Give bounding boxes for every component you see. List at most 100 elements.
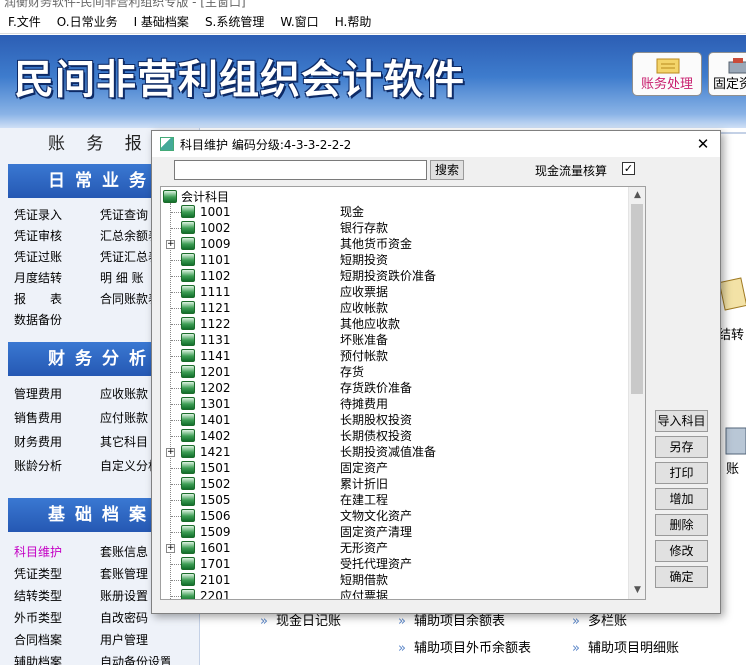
- account-code: 1101: [200, 253, 231, 267]
- nav-monthly-close[interactable]: 月度结转: [14, 268, 100, 289]
- scroll-up-icon[interactable]: ▲: [629, 187, 645, 204]
- vertical-scrollbar[interactable]: ▲ ▼: [628, 187, 645, 599]
- fixed-assets-button[interactable]: 固定资: [708, 52, 746, 96]
- menu-help[interactable]: H.帮助: [327, 13, 380, 30]
- account-row[interactable]: 1509 固定资产清理: [161, 524, 631, 540]
- account-row[interactable]: 1102 短期投资跌价准备: [161, 268, 631, 284]
- nav-voucher-posting[interactable]: 凭证过账: [14, 247, 100, 268]
- nav-aux-archive[interactable]: 辅助档案: [14, 652, 100, 665]
- tree-branch: [171, 260, 181, 261]
- account-name: 文物文化资产: [340, 509, 413, 523]
- account-row[interactable]: 1506 文物文化资产: [161, 508, 631, 524]
- account-code: 1701: [200, 557, 231, 571]
- nav-voucher-audit[interactable]: 凭证审核: [14, 226, 100, 247]
- nav-auto-backup[interactable]: 自动备份设置: [100, 652, 170, 665]
- account-row[interactable]: +1601 无形资产: [161, 540, 631, 556]
- menu-base[interactable]: I 基础档案: [126, 13, 197, 30]
- import-accounts-button[interactable]: 导入科目: [655, 410, 708, 432]
- account-row[interactable]: 1111 应收票据: [161, 284, 631, 300]
- account-row[interactable]: 1502 累计折旧: [161, 476, 631, 492]
- account-row[interactable]: 1101 短期投资: [161, 252, 631, 268]
- carry-icon: [718, 277, 746, 311]
- nav-account-maintenance[interactable]: 科目维护: [14, 542, 100, 563]
- account-row[interactable]: 1301 待摊费用: [161, 396, 631, 412]
- menu-system[interactable]: S.系统管理: [197, 13, 272, 30]
- scroll-down-icon[interactable]: ▼: [629, 582, 645, 599]
- account-row[interactable]: 1701 受托代理资产: [161, 556, 631, 572]
- aux-fx-balance-link[interactable]: » 辅助项目外币余额表: [398, 637, 531, 656]
- nav-aging-analysis[interactable]: 账龄分析: [14, 456, 100, 477]
- expand-icon[interactable]: +: [166, 240, 175, 249]
- tree-branch: [171, 500, 181, 501]
- account-row[interactable]: 1121 应收帐款: [161, 300, 631, 316]
- account-icon: [181, 509, 195, 522]
- dialog-title-bar[interactable]: 科目维护 编码分级:4-3-3-2-2-2 ✕: [152, 131, 720, 157]
- carry-link[interactable]: 结转: [718, 324, 744, 343]
- account-row[interactable]: 1001 现金: [161, 204, 631, 220]
- account-name: 应收帐款: [340, 301, 389, 315]
- add-button[interactable]: 增加: [655, 488, 708, 510]
- account-name: 受托代理资产: [340, 557, 413, 571]
- menu-window[interactable]: W.窗口: [272, 13, 326, 30]
- aux-detail-link[interactable]: » 辅助项目明细账: [572, 637, 679, 656]
- account-icon: [181, 381, 195, 394]
- nav-sales-expense[interactable]: 销售费用: [14, 408, 100, 429]
- account-row[interactable]: 1202 存货跌价准备: [161, 380, 631, 396]
- modify-button[interactable]: 修改: [655, 540, 708, 562]
- account-row[interactable]: 1122 其他应收款: [161, 316, 631, 332]
- scroll-thumb[interactable]: [631, 204, 643, 394]
- account-row[interactable]: 1402 长期债权投资: [161, 428, 631, 444]
- ledger-button[interactable]: 账务处理: [632, 52, 702, 96]
- nav-currency-types[interactable]: 外币类型: [14, 608, 100, 629]
- account-row[interactable]: +1009 其他货币资金: [161, 236, 631, 252]
- menu-daily[interactable]: O.日常业务: [49, 13, 126, 30]
- nav-data-backup[interactable]: 数据备份: [14, 310, 100, 331]
- account-row[interactable]: 1002 银行存款: [161, 220, 631, 236]
- account-tree[interactable]: 会计科目 1001 现金 1002 银行存款 +1009 其他货币资金 1101 短期投资 11…: [160, 186, 646, 600]
- account-name: 坏账准备: [340, 333, 389, 347]
- expand-icon[interactable]: +: [166, 448, 175, 457]
- search-input[interactable]: [174, 160, 427, 180]
- nav-voucher-entry[interactable]: 凭证录入: [14, 205, 100, 226]
- account-row[interactable]: 2101 短期借款: [161, 572, 631, 588]
- tree-root[interactable]: 会计科目: [163, 188, 229, 204]
- tree-branch: [171, 212, 181, 213]
- nav-carry-types[interactable]: 结转类型: [14, 586, 100, 607]
- cashflow-checkbox[interactable]: ✓: [622, 162, 635, 175]
- tree-branch: [171, 420, 181, 421]
- tree-branch: [171, 516, 181, 517]
- save-as-button[interactable]: 另存: [655, 436, 708, 458]
- account-row[interactable]: 1141 预付帐款: [161, 348, 631, 364]
- account-row[interactable]: 1201 存货: [161, 364, 631, 380]
- delete-button[interactable]: 删除: [655, 514, 708, 536]
- account-icon: [181, 269, 195, 282]
- account-row[interactable]: 1505 在建工程: [161, 492, 631, 508]
- account-icon: [181, 349, 195, 362]
- search-button[interactable]: 搜索: [430, 160, 464, 180]
- print-button[interactable]: 打印: [655, 462, 708, 484]
- account-row[interactable]: 1131 坏账准备: [161, 332, 631, 348]
- account-name: 存货跌价准备: [340, 381, 413, 395]
- nav-contract-archive[interactable]: 合同档案: [14, 630, 100, 651]
- nav-reports[interactable]: 报 表: [14, 289, 100, 310]
- ledger-button-label: 账务处理: [640, 77, 693, 92]
- tree-branch: [171, 580, 181, 581]
- dialog-app-icon: [160, 137, 174, 151]
- account-link[interactable]: 账: [726, 458, 739, 477]
- expand-icon[interactable]: +: [166, 544, 175, 553]
- account-code: 1002: [200, 221, 231, 235]
- nav-user-management[interactable]: 用户管理: [100, 630, 170, 651]
- account-row[interactable]: 1501 固定资产: [161, 460, 631, 476]
- account-row[interactable]: +1421 长期投资减值准备: [161, 444, 631, 460]
- ok-button[interactable]: 确定: [655, 566, 708, 588]
- account-row[interactable]: 1401 长期股权投资: [161, 412, 631, 428]
- tree-branch: [171, 532, 181, 533]
- account-row[interactable]: 2201 应付票据: [161, 588, 631, 599]
- nav-finance-expense[interactable]: 财务费用: [14, 432, 100, 453]
- nav-voucher-types[interactable]: 凭证类型: [14, 564, 100, 585]
- close-icon[interactable]: ✕: [694, 135, 712, 153]
- menu-file[interactable]: F.文件: [0, 13, 49, 30]
- tree-branch: [171, 292, 181, 293]
- nav-admin-expense[interactable]: 管理费用: [14, 384, 100, 405]
- tree-branch: [171, 596, 181, 597]
